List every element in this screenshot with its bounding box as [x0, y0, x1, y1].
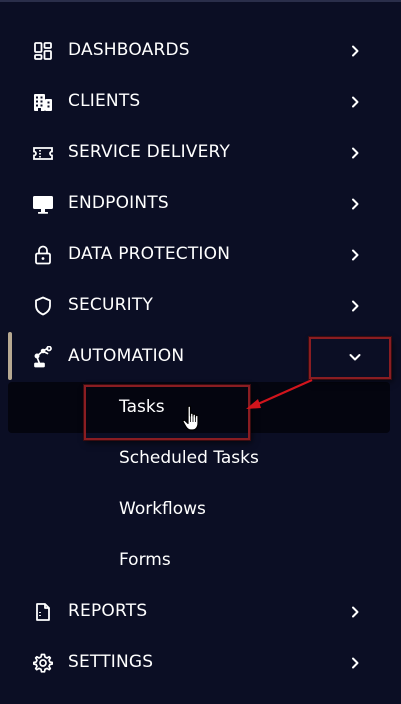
ticket-icon	[32, 142, 54, 164]
nav-item-dashboards[interactable]: DASHBOARDS	[0, 25, 401, 76]
lock-icon	[32, 244, 54, 266]
chevron-down-icon[interactable]	[346, 348, 364, 366]
chevron-right-icon[interactable]	[346, 42, 364, 60]
hand-cursor-icon	[182, 405, 199, 431]
dashboard-icon	[32, 40, 54, 62]
chevron-right-icon[interactable]	[346, 603, 364, 621]
submenu-item-forms[interactable]: Forms	[0, 535, 401, 586]
chevron-right-icon[interactable]	[346, 246, 364, 264]
nav-label-data-protection: DATA PROTECTION	[68, 244, 231, 264]
nav-label-clients: CLIENTS	[68, 91, 141, 111]
nav-label-automation: AUTOMATION	[68, 346, 185, 366]
submenu-item-workflows[interactable]: Workflows	[0, 484, 401, 535]
nav-label-dashboards: DASHBOARDS	[68, 40, 190, 60]
report-icon	[32, 601, 54, 623]
submenu-label-scheduled-tasks: Scheduled Tasks	[119, 448, 259, 468]
nav-item-automation[interactable]: AUTOMATION	[0, 331, 401, 382]
nav-label-security: SECURITY	[68, 295, 154, 315]
sidebar-nav: DASHBOARDS CLIENTS SERVICE DELIVERY ENDP…	[0, 0, 401, 704]
nav-item-security[interactable]: SECURITY	[0, 280, 401, 331]
nav-item-settings[interactable]: SETTINGS	[0, 637, 401, 688]
chevron-right-icon[interactable]	[346, 654, 364, 672]
nav-item-data-protection[interactable]: DATA PROTECTION	[0, 229, 401, 280]
chevron-right-icon[interactable]	[346, 195, 364, 213]
submenu-item-scheduled-tasks[interactable]: Scheduled Tasks	[0, 433, 401, 484]
nav-label-settings: SETTINGS	[68, 652, 154, 672]
chevron-right-icon[interactable]	[346, 144, 364, 162]
shield-icon	[32, 295, 54, 317]
building-icon	[32, 91, 54, 113]
robot-arm-icon	[32, 346, 54, 368]
submenu-label-forms: Forms	[119, 550, 171, 570]
monitor-icon	[32, 193, 54, 215]
nav-label-service-delivery: SERVICE DELIVERY	[68, 142, 231, 162]
nav-label-endpoints: ENDPOINTS	[68, 193, 169, 213]
nav-label-reports: REPORTS	[68, 601, 148, 621]
nav-item-service-delivery[interactable]: SERVICE DELIVERY	[0, 127, 401, 178]
nav-item-reports[interactable]: REPORTS	[0, 586, 401, 637]
chevron-right-icon[interactable]	[346, 297, 364, 315]
nav-item-clients[interactable]: CLIENTS	[0, 76, 401, 127]
nav-item-endpoints[interactable]: ENDPOINTS	[0, 178, 401, 229]
submenu-label-tasks: Tasks	[119, 397, 165, 417]
top-divider	[0, 0, 401, 2]
gear-icon	[32, 652, 54, 674]
submenu-label-workflows: Workflows	[119, 499, 206, 519]
chevron-right-icon[interactable]	[346, 93, 364, 111]
